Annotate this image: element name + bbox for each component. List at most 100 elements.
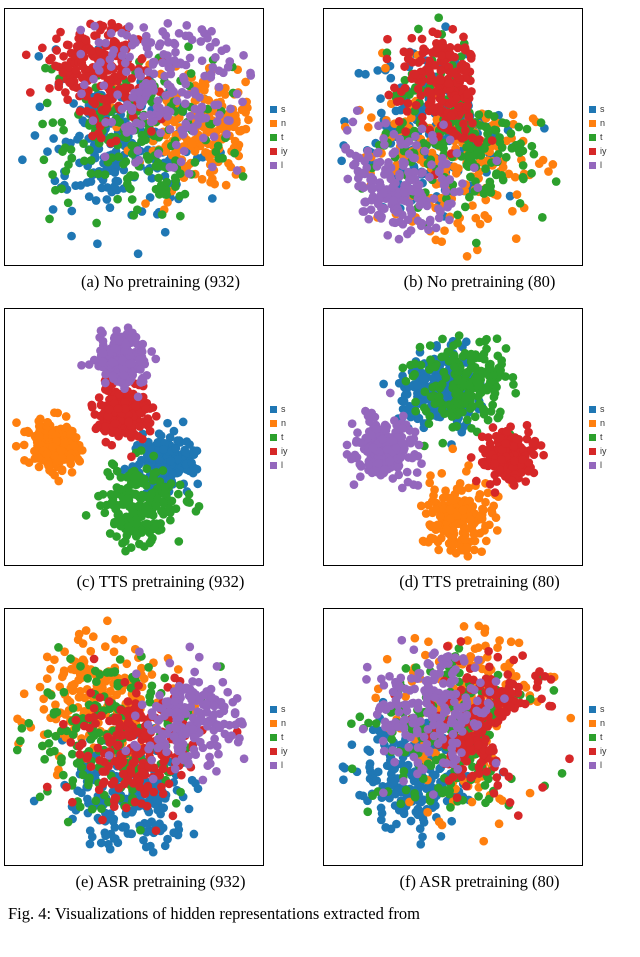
- legend-label: s: [281, 402, 286, 416]
- legend-swatch: [589, 148, 596, 155]
- legend-swatch: [589, 434, 596, 441]
- legend-swatch: [270, 134, 277, 141]
- legend-item: s: [270, 702, 288, 716]
- scatter-svg: [5, 609, 263, 865]
- legend-label: s: [600, 102, 605, 116]
- legend-label: l: [600, 758, 602, 772]
- plot-wrap: sntiyl: [4, 8, 317, 266]
- legend-swatch: [270, 448, 277, 455]
- legend: sntiyl: [589, 702, 607, 772]
- plot-wrap: sntiyl: [4, 308, 317, 566]
- legend-label: n: [600, 416, 605, 430]
- legend-swatch: [270, 406, 277, 413]
- legend-label: iy: [281, 444, 288, 458]
- legend-swatch: [589, 762, 596, 769]
- legend-item: iy: [270, 444, 288, 458]
- plot-wrap: sntiyl: [4, 608, 317, 866]
- legend-item: iy: [589, 444, 607, 458]
- panel-caption: (d) TTS pretraining (80): [399, 572, 560, 592]
- legend: sntiyl: [270, 102, 288, 172]
- legend-label: iy: [600, 444, 607, 458]
- plot-wrap: sntiyl: [323, 8, 636, 266]
- legend-item: n: [270, 116, 288, 130]
- legend-label: n: [281, 416, 286, 430]
- scatter-svg: [324, 609, 582, 865]
- legend-label: s: [600, 402, 605, 416]
- figure-4: sntiyl(a) No pretraining (932)sntiyl(b) …: [0, 0, 640, 930]
- panel-caption: (b) No pretraining (80): [404, 272, 556, 292]
- plot-wrap: sntiyl: [323, 308, 636, 566]
- legend: sntiyl: [270, 702, 288, 772]
- legend-label: t: [600, 130, 603, 144]
- legend-label: t: [600, 430, 603, 444]
- legend-swatch: [589, 734, 596, 741]
- legend-item: t: [270, 730, 288, 744]
- legend: sntiyl: [589, 402, 607, 472]
- legend-item: l: [270, 458, 288, 472]
- legend-swatch: [589, 448, 596, 455]
- legend-swatch: [270, 462, 277, 469]
- legend-item: s: [589, 702, 607, 716]
- legend-item: t: [270, 430, 288, 444]
- scatter-svg: [324, 309, 582, 565]
- legend-swatch: [589, 706, 596, 713]
- legend-swatch: [589, 462, 596, 469]
- legend-swatch: [270, 120, 277, 127]
- panel-caption: (a) No pretraining (932): [81, 272, 240, 292]
- legend-label: s: [281, 702, 286, 716]
- legend-swatch: [589, 748, 596, 755]
- scatter-svg: [5, 9, 263, 265]
- legend-item: n: [589, 416, 607, 430]
- legend-label: iy: [281, 744, 288, 758]
- panel-caption: (f) ASR pretraining (80): [400, 872, 560, 892]
- legend-label: l: [281, 458, 283, 472]
- legend-swatch: [589, 120, 596, 127]
- legend: sntiyl: [589, 102, 607, 172]
- legend-swatch: [270, 434, 277, 441]
- legend-item: t: [270, 130, 288, 144]
- legend-item: iy: [589, 744, 607, 758]
- legend-label: n: [281, 116, 286, 130]
- legend-label: n: [281, 716, 286, 730]
- legend-item: s: [589, 402, 607, 416]
- scatter-plot: [4, 308, 264, 566]
- legend-item: s: [270, 102, 288, 116]
- legend-item: iy: [589, 144, 607, 158]
- legend-label: l: [600, 458, 602, 472]
- legend-item: t: [589, 730, 607, 744]
- legend-item: t: [589, 130, 607, 144]
- legend-swatch: [589, 162, 596, 169]
- legend-item: n: [270, 416, 288, 430]
- legend-swatch: [270, 420, 277, 427]
- legend: sntiyl: [270, 402, 288, 472]
- legend-label: l: [281, 158, 283, 172]
- legend-item: l: [589, 458, 607, 472]
- panel-e: sntiyl(e) ASR pretraining (932): [4, 608, 317, 904]
- scatter-plot: [4, 608, 264, 866]
- legend-item: l: [270, 758, 288, 772]
- scatter-plot: [323, 8, 583, 266]
- legend-item: s: [589, 102, 607, 116]
- legend-item: n: [270, 716, 288, 730]
- legend-item: l: [589, 158, 607, 172]
- legend-item: n: [589, 116, 607, 130]
- legend-swatch: [270, 148, 277, 155]
- legend-item: iy: [270, 744, 288, 758]
- legend-label: iy: [281, 144, 288, 158]
- legend-item: l: [270, 158, 288, 172]
- legend-swatch: [589, 720, 596, 727]
- panel-d: sntiyl (d) TTS pretraining (80): [323, 308, 636, 604]
- legend-swatch: [589, 420, 596, 427]
- scatter-plot: [323, 608, 583, 866]
- legend-label: iy: [600, 144, 607, 158]
- legend-swatch: [270, 762, 277, 769]
- scatter-svg: [5, 309, 263, 565]
- legend-swatch: [270, 748, 277, 755]
- panel-grid: sntiyl(a) No pretraining (932)sntiyl(b) …: [4, 8, 636, 904]
- scatter-plot: [4, 8, 264, 266]
- legend-item: s: [270, 402, 288, 416]
- legend-label: t: [600, 730, 603, 744]
- legend-label: s: [281, 102, 286, 116]
- legend-swatch: [270, 734, 277, 741]
- legend-swatch: [589, 134, 596, 141]
